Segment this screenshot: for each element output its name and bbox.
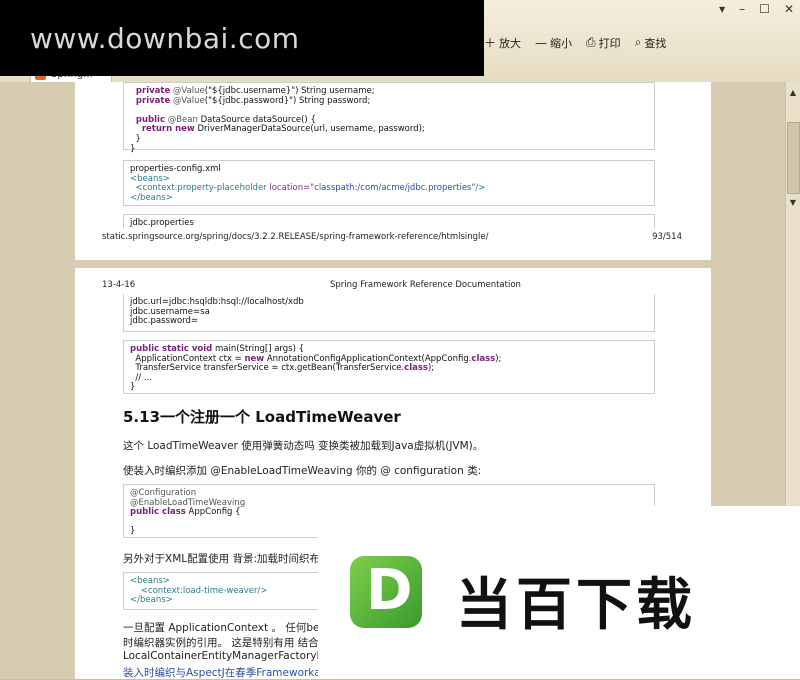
code-line: ("${jdbc.password}") String password; <box>204 95 371 106</box>
page-header: 13-4-16 Spring Framework Reference Docum… <box>102 280 682 290</box>
code-line: /> <box>475 183 486 194</box>
code-keyword: class <box>404 363 428 374</box>
code-line: ); <box>427 363 435 374</box>
scroll-down-icon[interactable]: ▼ <box>786 196 800 210</box>
zoom-in-label: 放大 <box>499 36 522 50</box>
paragraph: 使装入时编织添加 @EnableLoadTimeWeaving 你的 @ con… <box>123 465 482 477</box>
search-icon: ⌕ <box>634 35 642 49</box>
printer-icon: ⎙ <box>586 35 596 49</box>
code-block-main: public static void main(String[] args) {… <box>123 340 655 394</box>
code-line: // ... <box>130 372 152 383</box>
footer-url: static.springsource.org/spring/docs/3.2.… <box>102 232 489 242</box>
code-line: AppConfig { <box>185 507 241 518</box>
scroll-up-icon[interactable]: ▲ <box>786 86 800 100</box>
code-line: } <box>130 526 136 537</box>
maximize-icon[interactable]: ☐ <box>759 2 770 16</box>
find-button[interactable]: ⌕ 查找 <box>635 35 667 51</box>
code-line: } <box>130 382 136 393</box>
code-line: <context:load-time-weaver/> <box>130 585 268 596</box>
code-line: ApplicationContext ctx = <box>130 353 245 364</box>
code-title: jdbc.properties <box>130 218 194 228</box>
code-line: AnnotationConfigApplicationContext(AppCo… <box>264 353 472 364</box>
code-keyword: new <box>244 353 265 364</box>
header-title: Spring Framework Reference Documentation <box>330 280 521 290</box>
paragraph: LocalContainerEntityManagerFactoryBean <box>123 650 344 662</box>
logo-d-icon: D <box>350 556 422 628</box>
pdf-page-93: private @Value("${jdbc.username}") Strin… <box>75 82 711 260</box>
code-line: jdbc.url=jdbc:hsqldb:hsql://localhost/xd… <box>130 297 304 307</box>
minimize-icon[interactable]: – <box>739 2 745 16</box>
zoom-in-button[interactable]: ＋放大 <box>484 34 521 51</box>
find-label: 查找 <box>644 36 667 50</box>
paragraph: 另外对于XML配置使用 背景:加载时间织布 元 <box>123 553 334 565</box>
section-heading: 5.13一个注册一个 LoadTimeWeaver <box>123 408 401 426</box>
watermark-banner: www.downbai.com <box>0 0 484 76</box>
code-keyword: class <box>471 353 496 364</box>
watermark-text: www.downbai.com <box>30 21 300 55</box>
paragraph: 这个 LoadTimeWeaver 使用弹簧动态吗 变换类被加载到Java虚拟机… <box>123 440 484 452</box>
inline-link[interactable]: 装入时编织与AspectJ在春季Frameworka <box>123 667 321 679</box>
paragraph: 一旦配置 ApplicationContext 。 任何bean户 <box>123 622 344 634</box>
site-logo-overlay: D 当百下载 <box>318 506 800 679</box>
code-block-jdbc-properties: jdbc.url=jdbc:hsqldb:hsql://localhost/xd… <box>123 294 655 332</box>
code-line: jdbc.password= <box>130 316 199 327</box>
footer-page-number: 93/514 <box>652 232 682 242</box>
paragraph: 装入时编织与AspectJ在春季Frameworka 。 <box>123 665 334 680</box>
code-line: ); <box>495 353 502 364</box>
print-label: 打印 <box>598 36 621 50</box>
code-line: DataSource dataSource() { <box>197 114 316 125</box>
code-block-jdbc-properties-title: jdbc.properties <box>123 214 655 228</box>
code-line: <beans> <box>130 173 170 184</box>
code-block-datasource: private @Value("${jdbc.username}") Strin… <box>123 82 655 153</box>
code-line: main(String[] args) { <box>212 344 305 354</box>
code-attr: location= <box>269 183 311 194</box>
code-line: <context:property-placeholder <box>135 183 267 194</box>
paragraph: 时编织器实例的引用。 这是特别有用 结合 Sp <box>123 635 335 650</box>
logo-letter: D <box>366 558 413 623</box>
code-line: TransferService transferService = ctx.ge… <box>130 363 405 374</box>
zoom-out-button[interactable]: — 缩小 <box>535 35 572 51</box>
logo-name: 当百下载 <box>456 573 696 638</box>
minus-icon: — <box>535 35 548 50</box>
close-icon[interactable]: ✕ <box>784 2 794 16</box>
code-line: </beans> <box>130 595 173 606</box>
page-footer: static.springsource.org/spring/docs/3.2.… <box>102 232 682 242</box>
code-annotation: @Configuration <box>130 488 197 498</box>
scrollbar-thumb[interactable] <box>787 122 800 194</box>
viewer-toolbar: ＋放大 — 缩小 ⎙ 打印 ⌕ 查找 <box>484 34 666 51</box>
code-line: </beans> <box>130 192 173 203</box>
print-button[interactable]: ⎙ 打印 <box>586 35 621 51</box>
code-line: <beans> <box>130 576 170 586</box>
code-line: jdbc.username=sa <box>130 306 210 317</box>
code-line: ("${jdbc.username}") String username; <box>204 86 375 96</box>
code-line: DriverManagerDataSource(url, username, p… <box>194 124 425 135</box>
menu-dropdown-icon[interactable]: ▾ <box>719 2 725 16</box>
code-keyword: public static void <box>130 344 213 354</box>
header-date: 13-4-16 <box>102 280 136 290</box>
plus-icon: ＋ <box>484 36 497 50</box>
zoom-out-label: 缩小 <box>550 36 573 50</box>
window-controls: ▾ – ☐ ✕ <box>719 2 794 16</box>
code-annotation: @EnableLoadTimeWeaving <box>130 497 246 508</box>
code-keyword: public class <box>130 507 186 518</box>
code-string: "classpath:/com/acme/jdbc.properties" <box>310 183 476 194</box>
code-title: properties-config.xml <box>130 164 221 174</box>
paragraph-text: 时编织器实例的引用。 这是特别有用 结合 <box>123 637 323 649</box>
code-block-properties-config: properties-config.xml <beans> <context:p… <box>123 160 655 206</box>
